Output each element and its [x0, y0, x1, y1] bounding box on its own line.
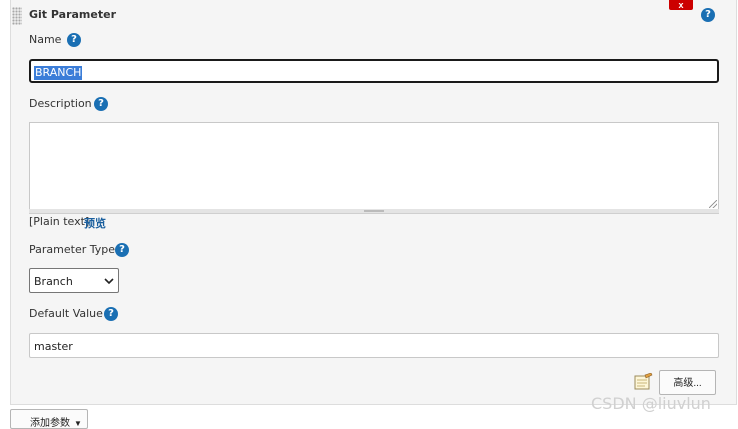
chevron-down-icon	[104, 278, 114, 285]
parameter-type-help-icon[interactable]: ?	[115, 243, 129, 257]
advanced-button[interactable]: 高级...	[659, 370, 716, 395]
section-title: Git Parameter	[29, 8, 116, 21]
name-input[interactable]: BRANCH	[29, 59, 719, 83]
resize-grip-icon[interactable]	[709, 200, 717, 208]
help-icon[interactable]: ?	[701, 8, 715, 22]
preview-link[interactable]: 预览	[84, 215, 106, 231]
default-value-help-icon[interactable]: ?	[104, 307, 118, 321]
drag-handle-icon[interactable]	[12, 7, 22, 25]
name-input-value: BRANCH	[34, 66, 83, 80]
notepad-icon[interactable]	[633, 373, 653, 391]
parameter-type-selected: Branch	[34, 275, 73, 288]
description-textarea[interactable]	[29, 122, 719, 210]
watermark: CSDN @liuvlun	[591, 394, 711, 413]
plain-text-label: [Plain text]	[29, 215, 90, 228]
name-label: Name	[29, 33, 62, 46]
parameter-type-select[interactable]: Branch	[29, 268, 119, 293]
resize-bar-handle[interactable]	[364, 210, 384, 212]
delete-parameter-button[interactable]: x	[669, 0, 693, 10]
add-parameter-label: 添加参数	[30, 418, 71, 429]
description-help-icon[interactable]: ?	[94, 97, 108, 111]
default-value-input[interactable]: master	[29, 333, 719, 358]
caret-down-icon: ▼	[74, 419, 82, 428]
default-value-label: Default Value	[29, 307, 103, 320]
parameter-type-label: Parameter Type	[29, 243, 115, 256]
add-parameter-button[interactable]: 添加参数 ▼	[10, 409, 88, 429]
default-value-text: master	[34, 340, 73, 353]
textarea-resize-bar[interactable]	[29, 209, 719, 214]
description-label: Description	[29, 97, 92, 110]
name-help-icon[interactable]: ?	[67, 33, 81, 47]
